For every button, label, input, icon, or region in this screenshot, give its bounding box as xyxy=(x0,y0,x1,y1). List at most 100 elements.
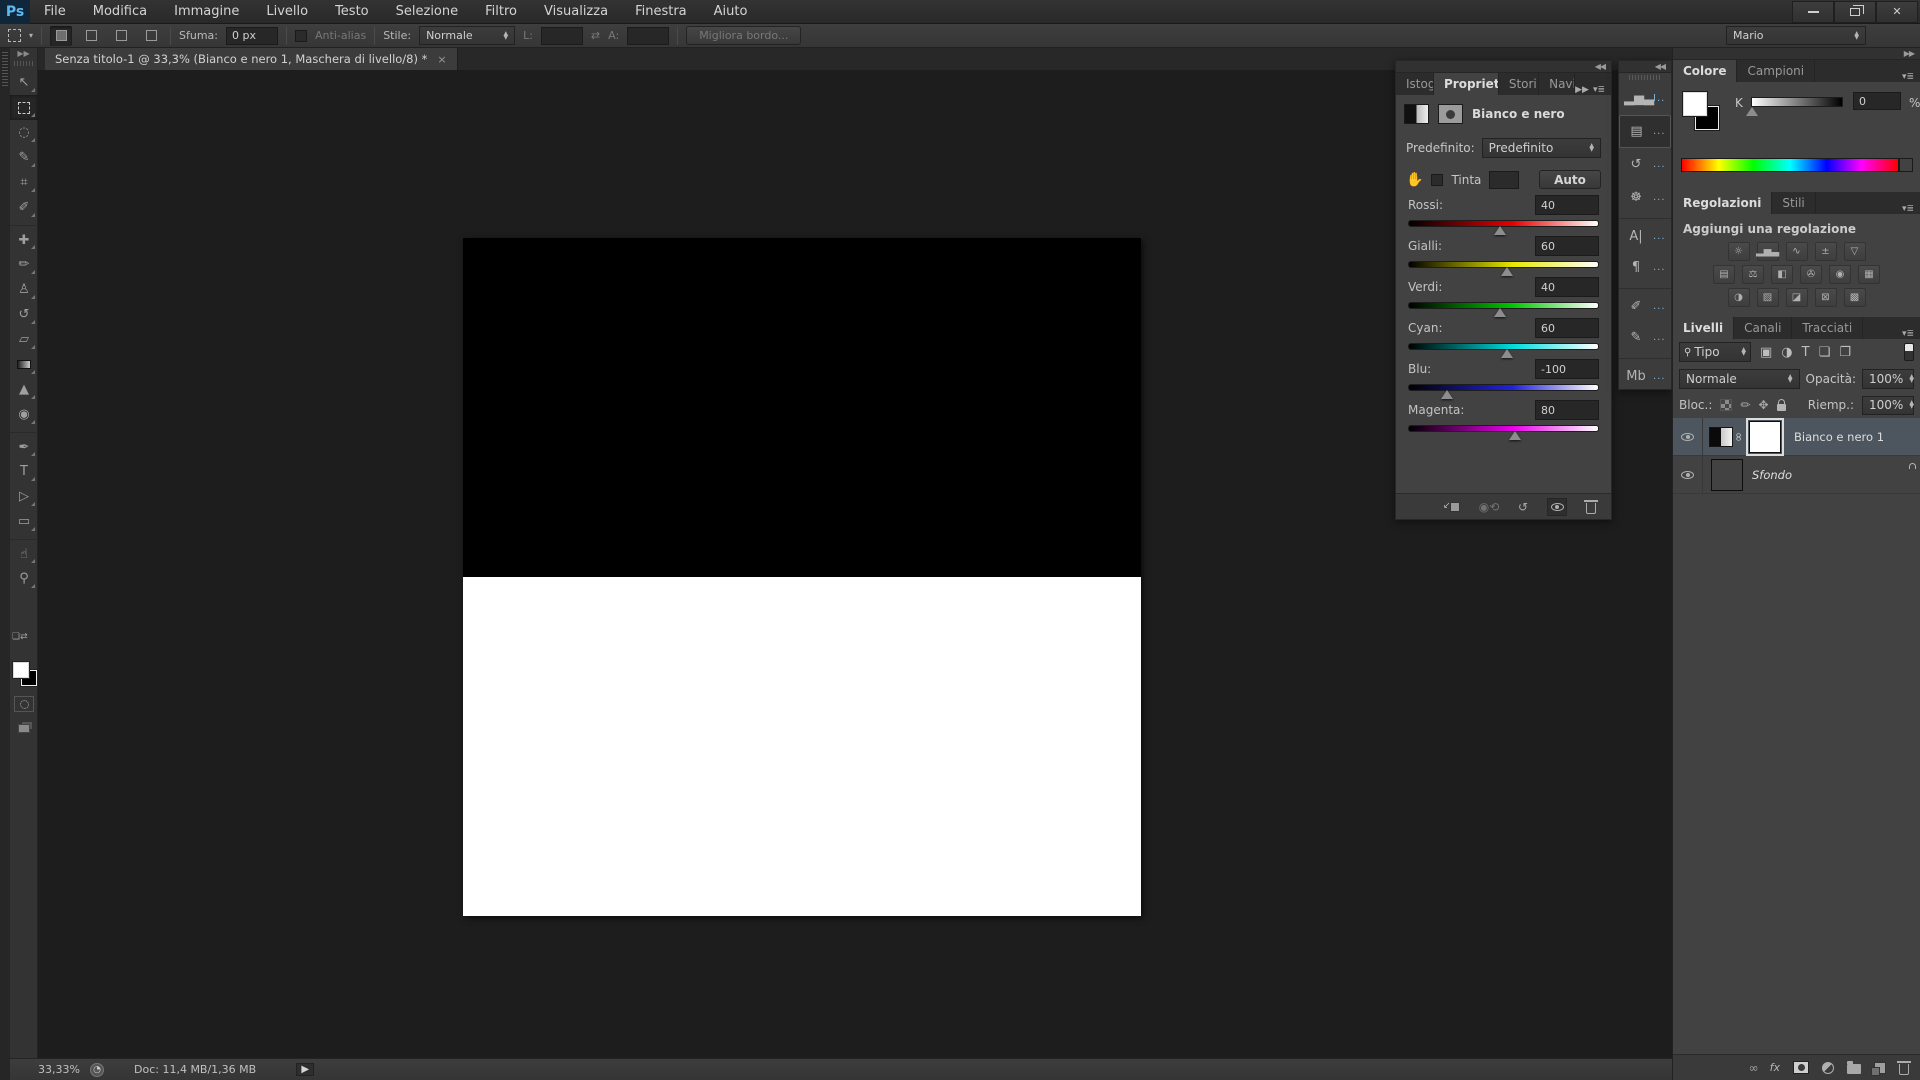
layer-filtering-toggle[interactable] xyxy=(1904,343,1914,361)
history-panel-icon[interactable]: ↺ ... xyxy=(1619,148,1671,181)
background-layer-thumbnail[interactable] xyxy=(1711,459,1743,491)
scrubby-hand-icon[interactable]: ✋ xyxy=(1406,172,1423,188)
menu-filtro[interactable]: Filtro xyxy=(485,4,517,19)
slider-value-input[interactable]: -100 xyxy=(1535,359,1599,379)
dock-collapse-icon[interactable]: ◀◀ xyxy=(1655,62,1665,71)
style-select[interactable]: Normale xyxy=(419,26,515,45)
brush-tool[interactable]: ✏ xyxy=(10,252,38,277)
new-adjustment-layer-icon[interactable] xyxy=(1822,1062,1834,1074)
slider-track[interactable] xyxy=(1408,302,1599,309)
foreground-color-swatch[interactable] xyxy=(13,662,29,678)
dock-collapse-icon[interactable]: ◀◀ xyxy=(1595,62,1605,71)
healing-brush-tool[interactable]: ✚ xyxy=(10,225,38,252)
type-tool[interactable]: T xyxy=(10,459,38,484)
quick-mask-button[interactable] xyxy=(14,696,34,712)
tab-storia[interactable]: Stori xyxy=(1499,73,1539,95)
blend-mode-select[interactable]: Normale xyxy=(1679,369,1800,389)
slider-value-input[interactable]: 40 xyxy=(1535,195,1599,215)
tint-color-swatch[interactable] xyxy=(1489,171,1519,189)
black-white-icon[interactable]: ◧ xyxy=(1771,265,1793,284)
rectangle-tool[interactable]: ▭ xyxy=(10,509,38,534)
panel-menu-icon[interactable]: ▾≣ xyxy=(1902,329,1914,339)
selection-mode-new-button[interactable] xyxy=(50,26,72,46)
gradient-map-icon[interactable]: ▩ xyxy=(1844,288,1866,307)
dock-expand-icon[interactable]: ▶▶ xyxy=(1904,49,1914,58)
layer-filter-select[interactable]: ⚲Tipo xyxy=(1679,342,1751,362)
panel-expand-icon[interactable]: ▶▶ xyxy=(1575,85,1589,95)
workspace-select[interactable]: Mario xyxy=(1726,26,1866,45)
selection-mode-add-button[interactable] xyxy=(80,26,102,46)
slider-track[interactable] xyxy=(1408,261,1599,268)
slider-track[interactable] xyxy=(1408,425,1599,432)
clip-to-layer-icon[interactable] xyxy=(1445,498,1465,516)
k-slider-track[interactable] xyxy=(1751,97,1843,107)
exposure-icon[interactable]: ± xyxy=(1815,242,1837,261)
lock-all-icon[interactable] xyxy=(1777,404,1786,411)
color-balance-icon[interactable]: ⚖ xyxy=(1742,265,1764,284)
navigator-panel-icon[interactable]: ☸ ... xyxy=(1619,181,1671,214)
spectrum-bw-swatches[interactable] xyxy=(1899,158,1913,172)
panel-menu-icon[interactable]: ▾≣ xyxy=(1902,204,1914,214)
tab-navigatore[interactable]: Navig xyxy=(1539,73,1575,95)
visibility-toggle-icon[interactable] xyxy=(1547,498,1567,516)
histogram-panel-icon[interactable]: ▂▅▃ I... xyxy=(1619,82,1671,115)
gradient-tool[interactable] xyxy=(10,352,38,377)
layer-visibility-icon[interactable] xyxy=(1681,433,1694,441)
refine-edge-button[interactable]: Migliora bordo... xyxy=(686,26,801,45)
menu-selezione[interactable]: Selezione xyxy=(396,4,459,19)
threshold-icon[interactable]: ◪ xyxy=(1786,288,1808,307)
invert-icon[interactable]: ◑ xyxy=(1728,288,1750,307)
brightness-contrast-icon[interactable]: ☼ xyxy=(1728,242,1750,261)
zoom-tool[interactable]: ⚲ xyxy=(10,566,38,591)
opacity-select[interactable]: 100% xyxy=(1862,369,1914,389)
menu-testo[interactable]: Testo xyxy=(335,4,369,19)
photo-filter-icon[interactable]: ✇ xyxy=(1800,265,1822,284)
add-layer-mask-icon[interactable] xyxy=(1793,1061,1809,1074)
link-layers-icon[interactable]: ∞ xyxy=(1749,1061,1757,1075)
pen-tool[interactable]: ✒ xyxy=(10,432,38,459)
slider-track[interactable] xyxy=(1408,384,1599,391)
height-input[interactable] xyxy=(627,27,669,45)
paragraph-panel-icon[interactable]: ¶ ... xyxy=(1619,251,1671,284)
layer-name[interactable]: Sfondo xyxy=(1752,468,1792,482)
filter-pixel-layers-icon[interactable]: ▣ xyxy=(1760,345,1772,360)
mask-link-icon[interactable]: ∞ xyxy=(1732,431,1746,443)
delete-adjustment-icon[interactable] xyxy=(1581,498,1601,516)
tab-istogramma[interactable]: Istog xyxy=(1396,73,1434,95)
tab-proprieta[interactable]: Proprietà xyxy=(1434,73,1499,95)
tab-campioni[interactable]: Campioni xyxy=(1737,60,1815,82)
panel-menu-icon[interactable]: ▾≣ xyxy=(1902,72,1914,82)
menu-file[interactable]: File xyxy=(44,4,66,19)
k-slider-thumb[interactable] xyxy=(1746,107,1758,116)
foreground-color-swatch[interactable] xyxy=(1683,92,1707,116)
dodge-tool[interactable]: ◉ xyxy=(10,402,38,427)
selection-mode-intersect-button[interactable] xyxy=(140,26,162,46)
slider-thumb[interactable] xyxy=(1509,431,1521,440)
width-input[interactable] xyxy=(541,27,583,45)
tab-stili[interactable]: Stili xyxy=(1772,192,1815,214)
minimize-button[interactable] xyxy=(1792,1,1834,23)
slider-value-input[interactable]: 80 xyxy=(1535,400,1599,420)
rectangular-marquee-tool[interactable] xyxy=(10,95,38,120)
new-layer-icon[interactable] xyxy=(1874,1062,1886,1074)
tool-preset-arrow-icon[interactable]: ▾ xyxy=(29,31,33,40)
layer-visibility-icon[interactable] xyxy=(1681,471,1694,479)
restore-button[interactable] xyxy=(1834,1,1876,23)
tab-canali[interactable]: Canali xyxy=(1734,317,1792,339)
slider-value-input[interactable]: 40 xyxy=(1535,277,1599,297)
channel-mixer-icon[interactable]: ◉ xyxy=(1829,265,1851,284)
clone-stamp-tool[interactable]: ♙ xyxy=(10,277,38,302)
panel-menu-icon[interactable]: ▾≣ xyxy=(1593,85,1605,95)
slider-track[interactable] xyxy=(1408,343,1599,350)
tint-checkbox[interactable] xyxy=(1431,174,1443,186)
k-value-input[interactable]: 0 xyxy=(1853,92,1901,110)
document-canvas[interactable] xyxy=(463,238,1141,916)
swap-colors-mini-icon[interactable]: ❏⇄ xyxy=(12,632,36,646)
toolbar-grip[interactable] xyxy=(14,61,33,66)
move-tool[interactable]: ↖ xyxy=(10,70,38,95)
layer-row-sfondo[interactable]: Sfondo xyxy=(1673,456,1920,494)
properties-panel-icon[interactable]: ▤ ... xyxy=(1619,115,1671,148)
selection-mode-subtract-button[interactable] xyxy=(110,26,132,46)
preset-select[interactable]: Predefinito xyxy=(1482,138,1601,158)
status-options-arrow-icon[interactable]: ▶ xyxy=(296,1063,314,1076)
